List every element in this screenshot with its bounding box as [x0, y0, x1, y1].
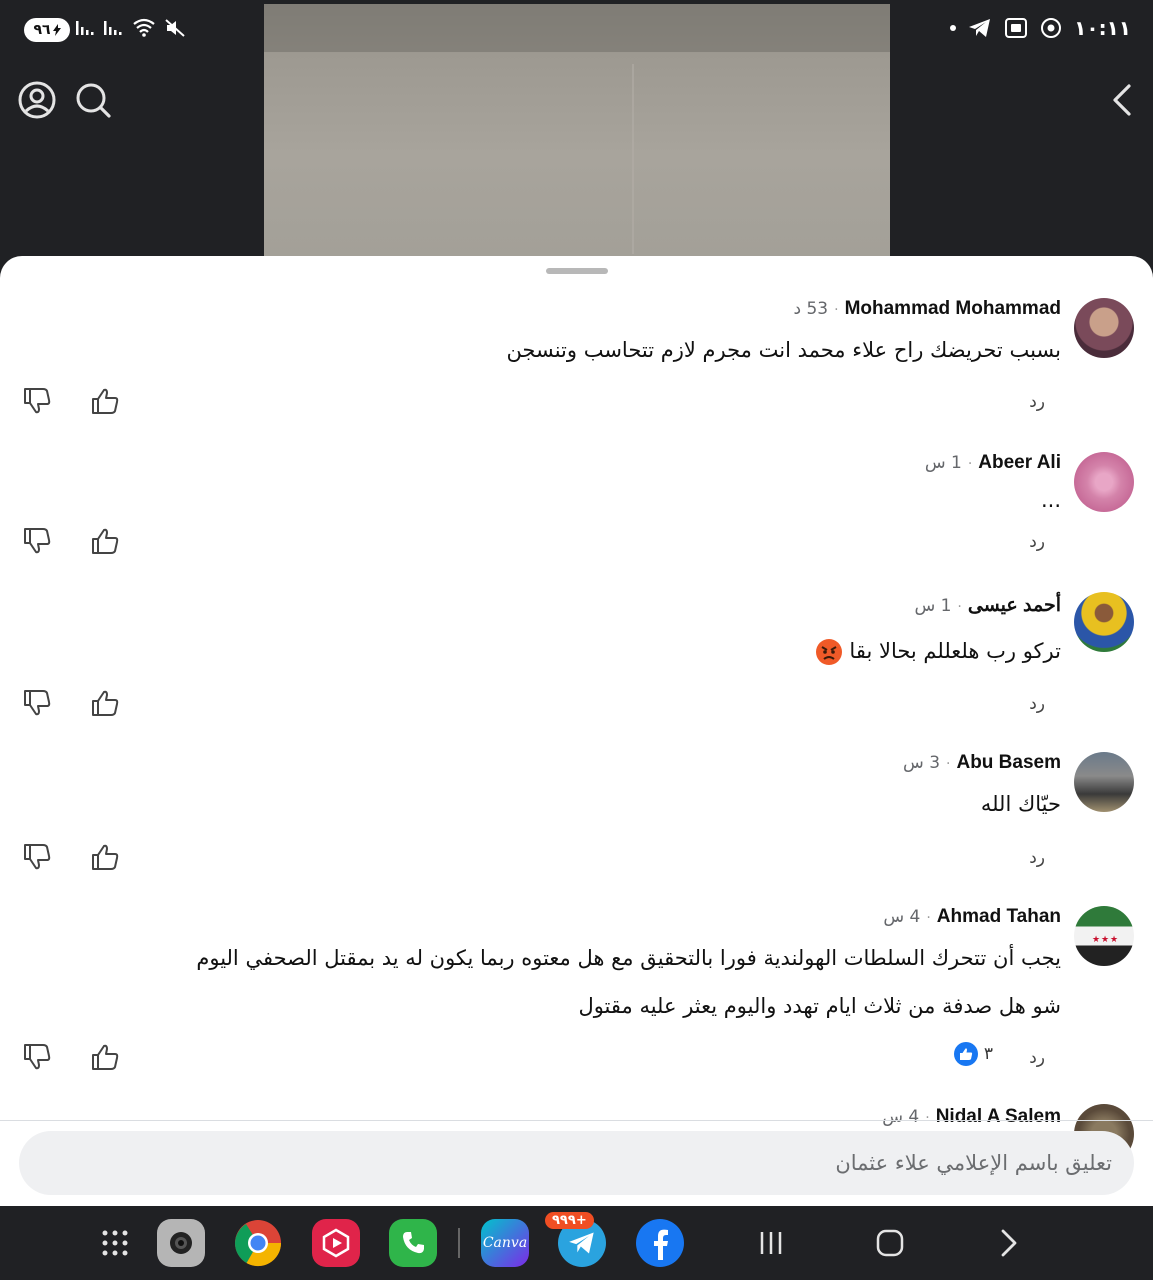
sheet-drag-handle[interactable]	[546, 268, 608, 274]
avatar[interactable]	[1074, 752, 1134, 812]
dislike-thumb-icon[interactable]	[22, 526, 52, 556]
search-icon[interactable]	[73, 80, 113, 120]
avatar[interactable]: ★ ★ ★	[1074, 906, 1134, 966]
app-drawer-icon[interactable]	[100, 1228, 130, 1258]
dislike-thumb-icon[interactable]	[22, 688, 52, 718]
signal-icon-2	[104, 21, 122, 35]
comment-author[interactable]: Nidal A Salem	[936, 1106, 1061, 1128]
camera-app-icon[interactable]	[157, 1219, 205, 1267]
video-top-band	[264, 4, 890, 52]
like-thumb-icon[interactable]	[90, 386, 120, 416]
signal-icon	[76, 21, 94, 35]
facebook-app-icon[interactable]	[636, 1219, 684, 1267]
reply-button[interactable]: رد	[1029, 392, 1045, 412]
comments-sheet: Mohammad Mohammad · 53 د بسبب تحريضك راح…	[0, 256, 1153, 1206]
input-divider	[0, 1120, 1153, 1121]
reaction-summary[interactable]: ٣	[953, 1042, 993, 1066]
comment-author[interactable]: Mohammad Mohammad	[845, 298, 1061, 320]
charging-icon	[52, 24, 61, 36]
dislike-thumb-icon[interactable]	[22, 1042, 52, 1072]
comment-time: 3 س	[903, 753, 941, 773]
comment-time: 1 س	[924, 453, 962, 473]
svg-text:★: ★	[1110, 935, 1118, 945]
video-seam	[632, 64, 634, 254]
separator-dot: ·	[957, 599, 962, 615]
reaction-count: ٣	[983, 1044, 993, 1064]
comment-author[interactable]: Ahmad Tahan	[937, 906, 1061, 928]
like-thumb-icon[interactable]	[90, 1042, 120, 1072]
avatar[interactable]	[1074, 452, 1134, 512]
telegram-badge: ٩٩٩+	[545, 1212, 594, 1229]
separator-dot: ·	[926, 910, 931, 926]
canva-label: Canva	[482, 1235, 528, 1251]
recent-apps-icon[interactable]	[754, 1226, 788, 1260]
comment-author[interactable]: Abeer Ali	[978, 452, 1061, 474]
battery-indicator: ٩٦	[24, 18, 70, 42]
notification-dot	[950, 25, 957, 31]
svg-text:★: ★	[1092, 935, 1100, 945]
comment-text: شو هل صدفة من ثلاث ايام تهدد واليوم يعثر…	[578, 994, 1061, 1018]
home-icon[interactable]	[873, 1226, 907, 1260]
flag-stars-icon: ★ ★ ★	[1092, 935, 1118, 945]
comment-input[interactable]	[19, 1150, 1114, 1176]
telegram-status-icon	[969, 19, 991, 37]
comment-text: بسبب تحريضك راح علاء محمد انت مجرم لازم …	[506, 338, 1061, 362]
reply-button[interactable]: رد	[1029, 1048, 1045, 1068]
dock-divider	[458, 1228, 460, 1258]
comment-time: 1 س	[914, 596, 952, 616]
reply-button[interactable]: رد	[1029, 532, 1045, 552]
like-reaction-icon	[953, 1042, 978, 1066]
comment-time: 4 س	[883, 907, 921, 927]
comment-text: يجب أن تتحرك السلطات الهولندية فورا بالت…	[196, 946, 1061, 970]
separator-dot: ·	[925, 1110, 930, 1126]
dislike-thumb-icon[interactable]	[22, 842, 52, 872]
dislike-thumb-icon[interactable]	[22, 386, 52, 416]
video-app-icon[interactable]	[312, 1219, 360, 1267]
screenshot-icon	[1005, 18, 1028, 38]
profile-icon[interactable]	[17, 80, 57, 120]
wifi-icon	[133, 18, 155, 37]
battery-level: ٩٦	[33, 22, 51, 38]
like-thumb-icon[interactable]	[90, 526, 120, 556]
canva-app-icon[interactable]: Canva	[481, 1219, 529, 1267]
avatar[interactable]	[1074, 298, 1134, 358]
like-thumb-icon[interactable]	[90, 842, 120, 872]
clock: ١٠:١١	[1074, 16, 1131, 40]
back-chevron-icon[interactable]	[1103, 80, 1143, 120]
video-preview[interactable]	[264, 4, 890, 256]
comment-text: حيّاك الله	[980, 792, 1061, 816]
comment-input-bar[interactable]	[19, 1131, 1134, 1195]
avatar[interactable]	[1074, 592, 1134, 652]
mute-icon	[165, 19, 185, 37]
comment-author[interactable]: أحمد عيسى	[968, 594, 1061, 617]
comment-time: 4 س	[882, 1107, 920, 1127]
comment-text-wrap: تركو رب هلعللم بحالا بقا	[815, 638, 1061, 666]
angry-face-icon	[815, 639, 842, 665]
comment-author[interactable]: Abu Basem	[956, 752, 1061, 774]
reply-button[interactable]: رد	[1029, 848, 1045, 868]
back-nav-icon[interactable]	[992, 1226, 1026, 1260]
separator-dot: ·	[834, 302, 839, 318]
chrome-status-icon	[1041, 18, 1062, 38]
comment-text: تركو رب هلعللم بحالا بقا	[849, 639, 1061, 663]
like-thumb-icon[interactable]	[90, 688, 120, 718]
svg-text:★: ★	[1101, 935, 1109, 945]
phone-app-icon[interactable]	[389, 1219, 437, 1267]
chrome-app-icon[interactable]	[234, 1219, 282, 1267]
comment-text: ...	[1040, 488, 1061, 512]
separator-dot: ·	[967, 456, 973, 472]
separator-dot: ·	[946, 756, 951, 772]
comment-time: 53 د	[793, 299, 829, 319]
reply-button[interactable]: رد	[1029, 694, 1045, 714]
